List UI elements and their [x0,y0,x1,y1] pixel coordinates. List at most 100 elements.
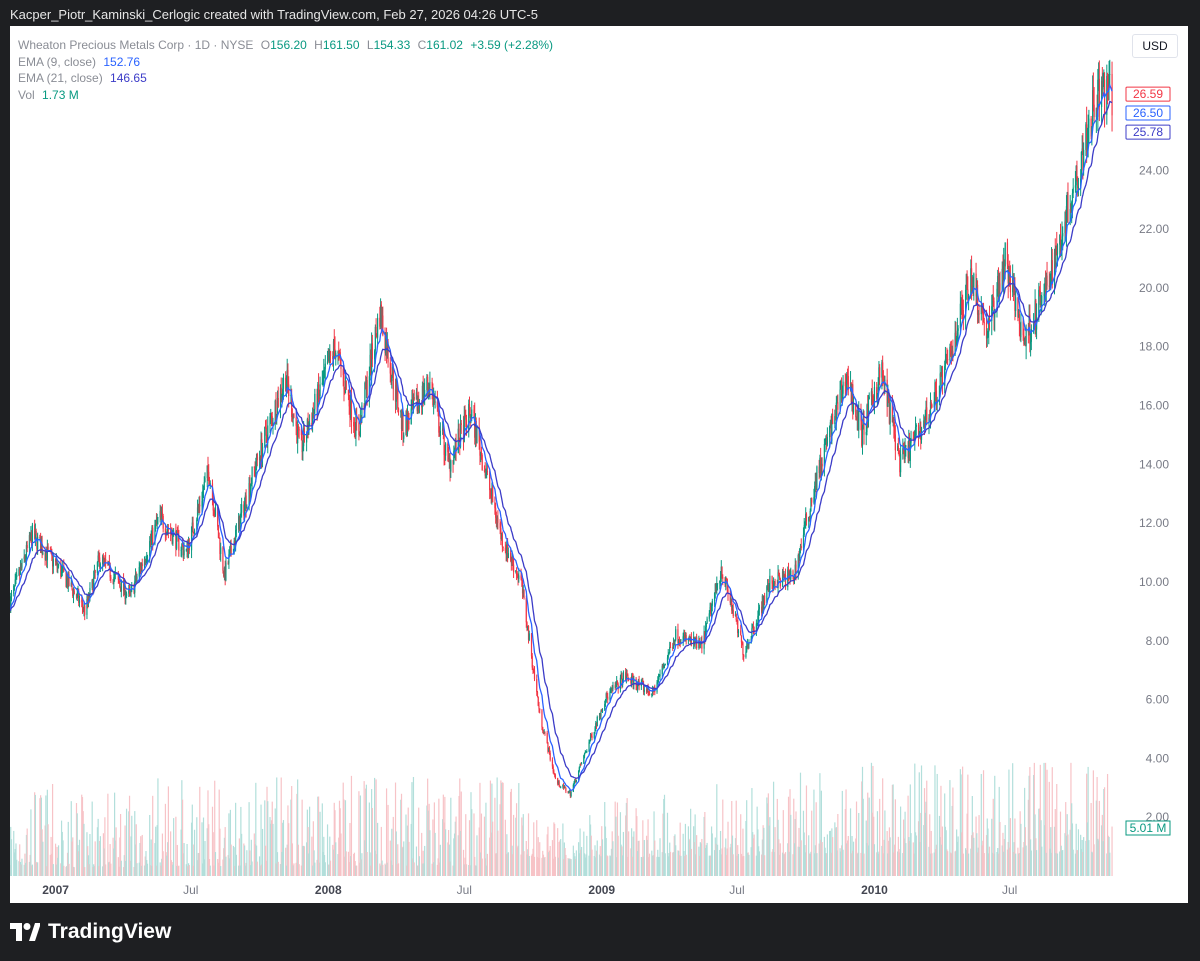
volume-bar [230,844,232,876]
candle-body [94,569,96,573]
legend-symbol-row: Wheaton Precious Metals Corp · 1D · NYSE… [18,37,553,54]
volume-bar [178,865,180,876]
candle-body [1067,192,1069,222]
volume-bar [193,829,196,876]
candle-body [664,663,666,666]
volume-bar [146,863,149,876]
candle-body [1098,78,1100,107]
volume-bar [235,854,237,876]
candle-body [376,317,379,338]
volume-bar [450,797,452,876]
candle-body [952,351,954,355]
candle-body [525,598,527,623]
volume-bar [152,795,154,876]
candle-body [391,377,393,382]
candle-body [105,559,107,562]
candle-body [742,643,744,656]
candle-body [199,504,201,507]
currency-button[interactable]: USD [1132,34,1178,58]
volume-bar [1088,840,1090,876]
volume-bar [591,849,593,876]
candle-body [530,633,533,657]
candle-body [821,463,823,467]
candle-body [298,429,300,431]
volume-bar [241,833,243,876]
volume-bar [492,821,494,876]
volume-bar [45,795,47,876]
volume-bar [586,835,588,876]
candle-body [722,577,724,579]
volume-bar [52,864,54,876]
candle-body [497,517,499,523]
legend-ema21-row[interactable]: EMA (21, close) 146.65 [18,70,553,87]
volume-bar [371,807,373,876]
candle-body [648,693,651,696]
volume-bar [204,841,206,876]
volume-bar [94,841,96,876]
volume-bar [460,791,462,876]
volume-bar [748,854,750,876]
volume-bar [607,856,609,876]
candle-body [657,676,660,681]
candle-body [119,583,121,587]
candle-body [481,454,483,471]
volume-bar [319,811,321,876]
volume-bar [1020,823,1022,876]
volume-bar [340,833,342,876]
candle-body [612,685,614,690]
candle-body [675,629,677,640]
volume-bar [361,853,363,876]
candle-body [584,752,586,754]
chart-legend: Wheaton Precious Metals Corp · 1D · NYSE… [18,37,553,103]
candle-body [265,427,267,436]
volume-bar [716,844,719,876]
volume-bar [701,838,703,876]
candle-body [21,558,23,568]
open-label: O [260,38,271,52]
volume-bar [512,814,515,876]
candle-body [926,407,928,423]
volume-bar [952,787,954,876]
volume-bar [931,853,933,876]
candle-body [444,443,447,456]
volume-bar [403,841,405,876]
candle-body [586,751,588,753]
y-tick-label: 16.00 [1139,399,1169,413]
candle-body [659,674,661,677]
tradingview-logo[interactable]: TradingView [10,920,171,944]
volume-bar [894,799,896,876]
candle-body [539,708,541,711]
volume-bar [753,834,755,876]
volume-bar [335,842,337,876]
candle-body [450,460,452,472]
volume-bar [659,838,661,876]
low-label: L [366,38,374,52]
candle-body [947,359,949,361]
candle-body [324,363,326,370]
price-chart[interactable]: 2.004.006.008.0010.0012.0014.0016.0018.0… [10,26,1188,903]
open-value: 156.20 [270,38,307,52]
volume-bar [277,861,279,876]
volume-bar [162,851,164,876]
legend-vol-row[interactable]: Vol 1.73 M [18,87,553,104]
candle-body [204,477,206,483]
candle-body [544,732,546,734]
candle-body [622,672,625,680]
candle-body [553,771,555,774]
volume-bar [434,832,436,876]
volume-bar [366,851,368,876]
volume-bar [936,773,938,876]
volume-bar [16,859,18,876]
volume-bar [570,859,572,876]
symbol-name[interactable]: Wheaton Precious Metals Corp · 1D · NYSE [18,38,253,52]
volume-bar [424,845,426,876]
x-tick-label: Jul [183,883,198,897]
ema21-tag-text: 25.78 [1133,125,1163,139]
volume-bar [1111,826,1113,876]
volume-bar [685,854,687,876]
volume-bar [601,839,604,876]
legend-ema9-row[interactable]: EMA (9, close) 152.76 [18,54,553,71]
volume-bar [68,863,70,876]
volume-bar [350,775,353,876]
x-tick-label: 2010 [861,883,888,897]
